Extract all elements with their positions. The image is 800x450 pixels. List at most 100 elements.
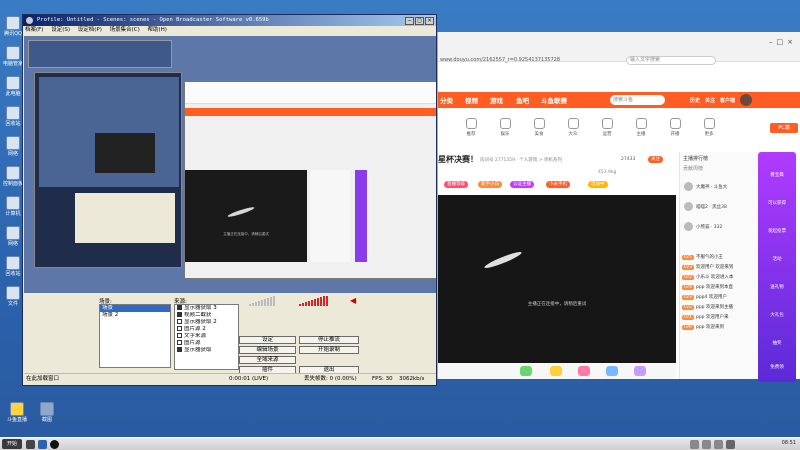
start-button[interactable]: 开始	[2, 439, 22, 449]
level-badge: LV2	[682, 275, 694, 280]
chat-subheader: 贡献周榜	[683, 166, 704, 172]
category-item[interactable]: 运营	[594, 118, 620, 137]
live-video-player[interactable]: 主播正在连接中，请稍后重试	[438, 195, 676, 363]
start-recording-button[interactable]: 开始录制	[299, 346, 359, 354]
scene-item[interactable]: 场景 2	[100, 312, 170, 319]
broadcast-icon	[669, 118, 681, 129]
taskbar-clock[interactable]: 08:51	[782, 440, 796, 446]
source-item[interactable]: 显示器获取 3	[175, 305, 238, 312]
gift-icon[interactable]	[550, 366, 562, 376]
site-search-input[interactable]: 搜索斗鱼	[610, 95, 665, 105]
room-tag[interactable]: 小米手机	[546, 181, 570, 188]
checkbox[interactable]	[177, 319, 182, 324]
side-promo-banner[interactable]: 看宝典 可以获得 发起投票 活动 送礼物 大礼包 抽奖 免费领	[758, 152, 796, 382]
scenes-list[interactable]: 场景 场景 2	[99, 304, 171, 368]
checkbox[interactable]	[177, 305, 182, 310]
global-sources-button[interactable]: 全域来源	[239, 356, 296, 364]
browser-window-controls: –□×	[769, 38, 797, 46]
source-item[interactable]: 图片源	[175, 340, 238, 347]
room-viewers: 27433	[621, 157, 636, 162]
nav-fishbar[interactable]: 鱼吧	[516, 95, 529, 105]
category-item[interactable]: 大众	[560, 118, 586, 137]
mic-volume-meter[interactable]	[249, 296, 299, 306]
menu-file[interactable]: 档案(F)	[25, 27, 43, 33]
source-item[interactable]: 图片源 2	[175, 326, 238, 333]
checkbox[interactable]	[177, 340, 182, 345]
checkbox[interactable]	[177, 333, 182, 338]
tray-icon[interactable]	[690, 440, 699, 449]
address-bar[interactable]: www.douyu.com/2162557_r=0.9254137135728	[440, 56, 630, 64]
category-item[interactable]: 娱乐	[492, 118, 518, 137]
chat-header[interactable]: 主播排行榜	[680, 152, 757, 162]
room-tag[interactable]: 活动中	[588, 181, 608, 188]
speaker-icon[interactable]: ◀	[350, 297, 358, 305]
checkbox[interactable]	[177, 312, 182, 317]
minimize-icon[interactable]: –	[769, 38, 777, 46]
scene-item[interactable]: 场景	[100, 305, 170, 312]
tray-icon[interactable]	[702, 440, 711, 449]
category-item[interactable]: 更多	[696, 118, 722, 137]
room-tag[interactable]: 新手小白	[478, 181, 502, 188]
nav-category[interactable]: 分类	[440, 95, 453, 105]
rank-entry[interactable]: 小熊猫 · 332	[684, 222, 722, 231]
source-item[interactable]: 视频二截获	[175, 312, 238, 319]
header-history[interactable]: 历史	[690, 97, 700, 104]
food-icon	[533, 118, 545, 129]
close-icon[interactable]: ×	[787, 38, 797, 46]
checkbox[interactable]	[177, 347, 182, 352]
gift-icon[interactable]	[578, 366, 590, 376]
avatar[interactable]	[740, 94, 752, 106]
nav-video[interactable]: 视频	[465, 95, 478, 105]
browser-search-input[interactable]: 输入文字搜索	[626, 56, 716, 65]
rank-entry[interactable]: 喵喵2 · 黑丝38	[684, 202, 727, 211]
checkbox[interactable]	[177, 326, 182, 331]
rank-entry[interactable]: 大魔神 · 斗鱼大	[684, 182, 727, 191]
source-item[interactable]: 显示器获取 2	[175, 319, 238, 326]
follow-button[interactable]: 关注	[648, 156, 663, 163]
obs-title-bar[interactable]: Profile: Untitled - Scenes: scenes - Ope…	[23, 15, 436, 26]
source-item[interactable]: 显示器获取	[175, 347, 238, 354]
sources-list[interactable]: 显示器获取 3 视频二截获 显示器获取 2 图片源 2 文字来源 图片源 显示器…	[174, 304, 239, 370]
close-icon[interactable]: ×	[425, 17, 434, 25]
tray-icon[interactable]	[714, 440, 723, 449]
logo-swoosh	[483, 249, 523, 271]
nav-league[interactable]: 斗鱼联赛	[541, 95, 567, 105]
category-item[interactable]: 美食	[526, 118, 552, 137]
stop-stream-button[interactable]: 停止推流	[299, 336, 359, 344]
minimize-icon[interactable]: –	[405, 17, 414, 25]
room-tag[interactable]: 直播等级	[444, 181, 468, 188]
maximize-icon[interactable]: □	[777, 38, 788, 46]
category-item[interactable]: 推荐	[458, 118, 484, 137]
obs-preview[interactable]: 主播正在连接中，请稍后重试	[24, 36, 436, 293]
menu-profile[interactable]: 设定档(P)	[78, 27, 102, 33]
nav-game[interactable]: 游戏	[490, 95, 503, 105]
level-badge: LV3	[682, 265, 694, 270]
edit-scene-button[interactable]: 编辑场景	[239, 346, 296, 354]
category-item[interactable]: 开播	[662, 118, 688, 137]
taskbar-app-icon[interactable]	[26, 440, 35, 449]
obs-title-text: Profile: Untitled - Scenes: scenes - Ope…	[37, 17, 269, 23]
desktop-icon-screenshot[interactable]: 截图	[34, 402, 60, 423]
maximize-icon[interactable]: □	[415, 17, 424, 25]
volume-icon[interactable]	[726, 440, 735, 449]
gift-icon[interactable]	[634, 366, 646, 376]
desktop-icon-douyu[interactable]: 斗鱼直播	[4, 402, 30, 423]
taskbar-app-icon[interactable]	[38, 440, 47, 449]
computer-icon	[6, 196, 20, 210]
source-item[interactable]: 文字来源	[175, 333, 238, 340]
menu-help[interactable]: 帮助(H)	[148, 27, 167, 33]
obs-taskbar-icon[interactable]	[50, 440, 59, 449]
promo-text: 可以获得	[768, 201, 786, 206]
room-tag[interactable]: 认证主播	[510, 181, 534, 188]
browser-window: www.douyu.com/2162557_r=0.9254137135728 …	[437, 32, 800, 382]
menu-settings[interactable]: 设定(S)	[51, 27, 70, 33]
menu-scene-collection[interactable]: 场景集合(C)	[110, 27, 140, 33]
preview-logo-swoosh	[227, 205, 255, 219]
header-follow[interactable]: 关注	[705, 97, 715, 104]
header-client[interactable]: 客户端	[720, 97, 735, 104]
gift-icon[interactable]	[520, 366, 532, 376]
category-item[interactable]: 主播	[628, 118, 654, 137]
settings-button[interactable]: 设定	[239, 336, 296, 344]
gift-icon[interactable]	[606, 366, 618, 376]
pc-client-badge[interactable]: PC端	[770, 123, 798, 133]
